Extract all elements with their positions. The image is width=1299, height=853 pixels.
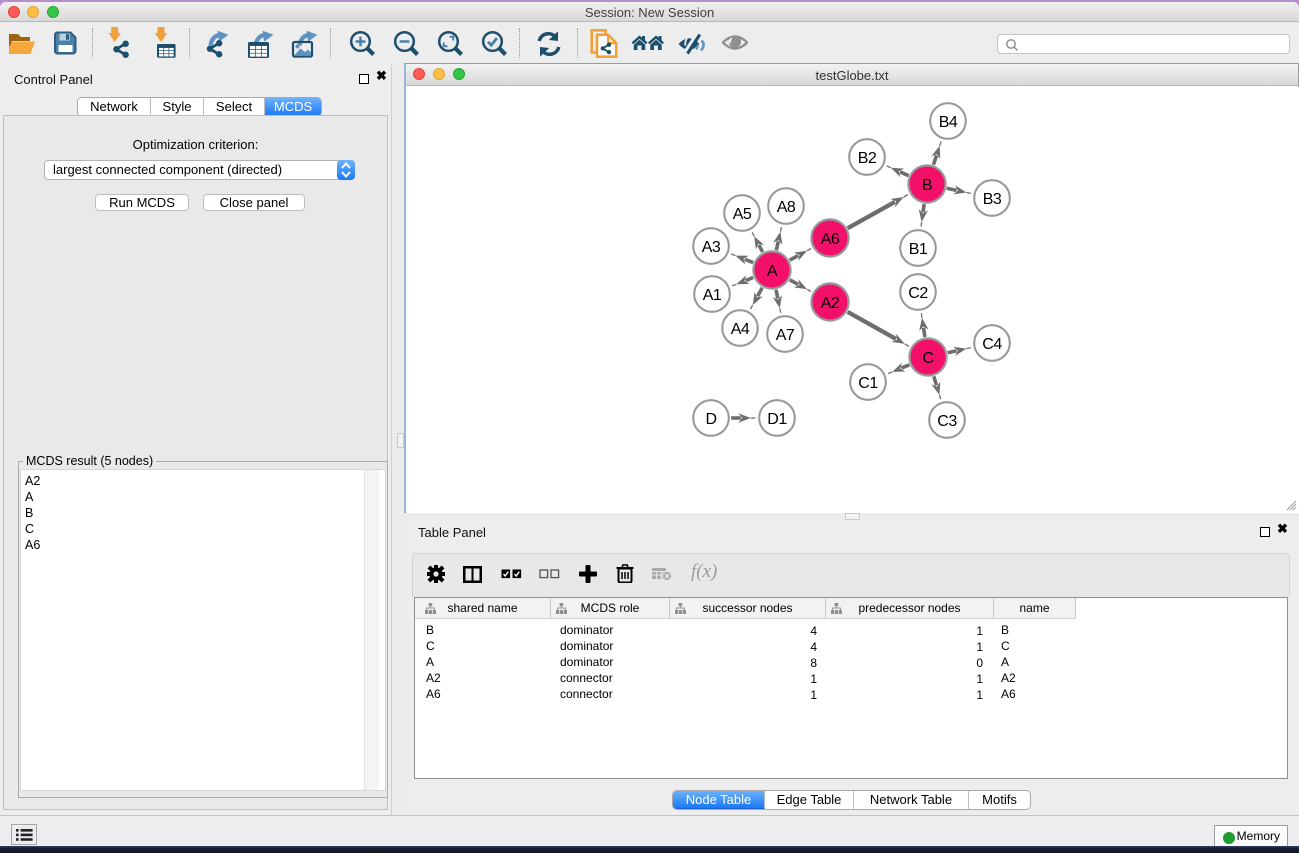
svg-text:C1: C1 — [858, 375, 878, 392]
svg-text:C3: C3 — [937, 413, 957, 430]
svg-text:C: C — [922, 350, 933, 367]
svg-text:B: B — [922, 177, 932, 194]
svg-text:A2: A2 — [821, 295, 840, 312]
svg-text:A6: A6 — [821, 231, 840, 248]
svg-text:B2: B2 — [858, 150, 877, 167]
svg-text:D1: D1 — [767, 411, 787, 428]
svg-text:B1: B1 — [909, 241, 928, 258]
svg-text:A7: A7 — [776, 327, 795, 344]
svg-text:D: D — [705, 411, 716, 428]
svg-text:A1: A1 — [703, 287, 722, 304]
svg-text:C4: C4 — [982, 336, 1002, 353]
svg-text:A4: A4 — [731, 321, 750, 338]
svg-text:B4: B4 — [939, 114, 958, 131]
svg-text:A5: A5 — [733, 206, 752, 223]
svg-text:A3: A3 — [702, 239, 721, 256]
svg-text:C2: C2 — [908, 285, 928, 302]
svg-text:A8: A8 — [777, 199, 796, 216]
svg-text:B3: B3 — [983, 191, 1002, 208]
svg-text:A: A — [767, 263, 778, 280]
